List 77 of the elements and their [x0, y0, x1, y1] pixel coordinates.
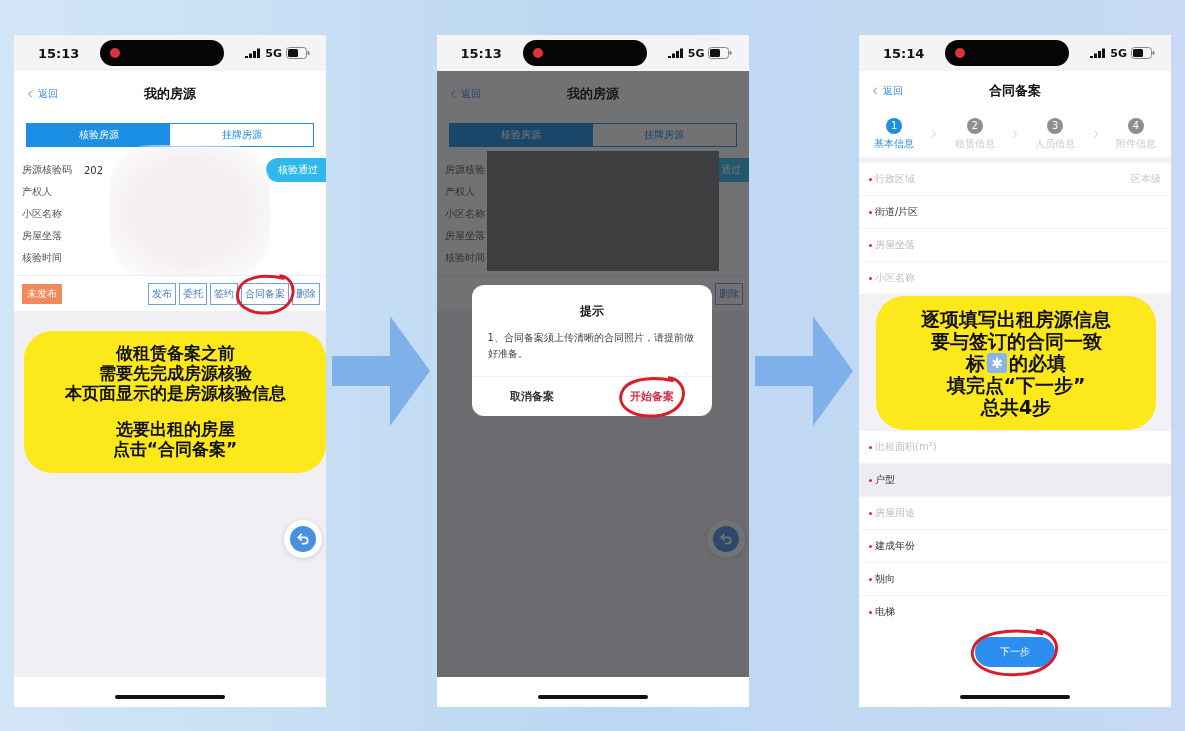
form-row[interactable]: 街道/片区 [859, 196, 1171, 229]
field-value: 区本级 [1131, 172, 1161, 186]
dialog-message: 1、合同备案须上传清晰的合同照片，请提前做好准备。 [486, 331, 695, 361]
field-label: 小区名称 [22, 207, 63, 221]
callout-text: 总共4步 [979, 396, 1053, 418]
network-label: 5G [1110, 46, 1127, 60]
field-label: 产权人 [22, 185, 53, 199]
action-button[interactable]: 签约 [210, 282, 238, 305]
next-button[interactable]: 下一步 [975, 637, 1055, 667]
action-button[interactable]: 删除 [292, 282, 320, 305]
back-link[interactable]: 返回 [869, 84, 903, 98]
callout-text: 需要先完成房源核验 [97, 363, 253, 383]
field-label: 房屋坐落 [444, 229, 486, 243]
status-time: 15:13 [460, 45, 502, 61]
form-row[interactable]: 建成年份 [859, 530, 1171, 563]
page-title: 合同备案 [989, 82, 1041, 100]
field-label: 街道/片区 [875, 205, 919, 219]
field-label: 建成年份 [875, 539, 915, 553]
recording-dot [532, 48, 543, 58]
status-time: 15:13 [38, 45, 80, 61]
callout-text: 做租赁备案之前 [114, 343, 236, 363]
callout-text: 选要出租的房屋 [114, 419, 236, 439]
status-pill: 核验通过 [266, 158, 326, 182]
callout-text: 要与签订的合同一致 [929, 330, 1103, 352]
form-row[interactable]: 朝向 [859, 563, 1171, 596]
reply-icon [718, 532, 733, 546]
field-label: 小区名称 [875, 271, 915, 285]
status-time: 15:14 [883, 45, 925, 61]
page-title: 我的房源 [566, 85, 619, 103]
field-label: 行政区域 [875, 172, 915, 186]
signal-icon [245, 48, 262, 58]
callout-text: 逐项填写出租房源信息 [920, 308, 1112, 330]
dialog-title: 提示 [578, 303, 605, 320]
step-number: 3 [1047, 117, 1064, 134]
recording-dot [955, 48, 966, 58]
field-label: 房源核验码 [22, 163, 73, 177]
field-value: 202 [84, 164, 104, 176]
field-label: 房屋坐落 [22, 229, 63, 243]
segment-tab[interactable]: 核验房源 [27, 124, 170, 146]
field-label: 朝向 [875, 572, 895, 586]
dialog-button[interactable]: 开始备案 [623, 385, 680, 408]
reply-icon [296, 532, 310, 546]
battery-icon [1131, 47, 1155, 59]
back-link[interactable]: 返回 [446, 87, 481, 101]
callout-text: 的必填 [1009, 352, 1066, 374]
network-label: 5G [265, 46, 282, 60]
action-button[interactable]: 委托 [179, 282, 207, 305]
action-button[interactable]: 删除 [714, 282, 743, 305]
callout-text: 本页面显示的是房源核验信息 [63, 383, 287, 403]
page-title: 我的房源 [144, 85, 196, 103]
signal-icon [1090, 48, 1107, 58]
back-link[interactable]: 返回 [24, 87, 58, 101]
field-label: 房屋坐落 [875, 238, 915, 252]
form-row[interactable]: 户型 [859, 464, 1171, 497]
step-item[interactable]: 1 基本信息 [874, 117, 915, 151]
signal-icon [667, 48, 684, 58]
field-label: 户型 [875, 473, 895, 487]
step-number: 2 [966, 117, 983, 134]
status-badge: 未发布 [22, 283, 62, 304]
required-mark: ✱ [987, 353, 1007, 373]
step-number: 1 [886, 117, 903, 134]
action-button[interactable]: 合同备案 [241, 282, 289, 305]
form-row[interactable]: 电梯 [859, 596, 1171, 629]
dialog-button[interactable]: 取消备案 [503, 385, 560, 408]
battery-icon [708, 47, 733, 59]
battery-icon [286, 47, 310, 59]
field-label: 出租面积(m²) [875, 440, 937, 454]
segment-tab[interactable]: 核验房源 [449, 124, 593, 146]
action-button[interactable]: 发布 [148, 282, 176, 305]
step-number: 4 [1127, 117, 1144, 134]
recording-dot [110, 48, 121, 58]
callout-text: 标 [966, 352, 985, 374]
field-label: 核验时间 [22, 251, 63, 265]
network-label: 5G [687, 46, 705, 60]
field-label: 电梯 [875, 605, 895, 619]
callout-text: 填完点“下一步” [945, 374, 1087, 396]
callout-text: 点击“合同备案” [111, 439, 239, 459]
